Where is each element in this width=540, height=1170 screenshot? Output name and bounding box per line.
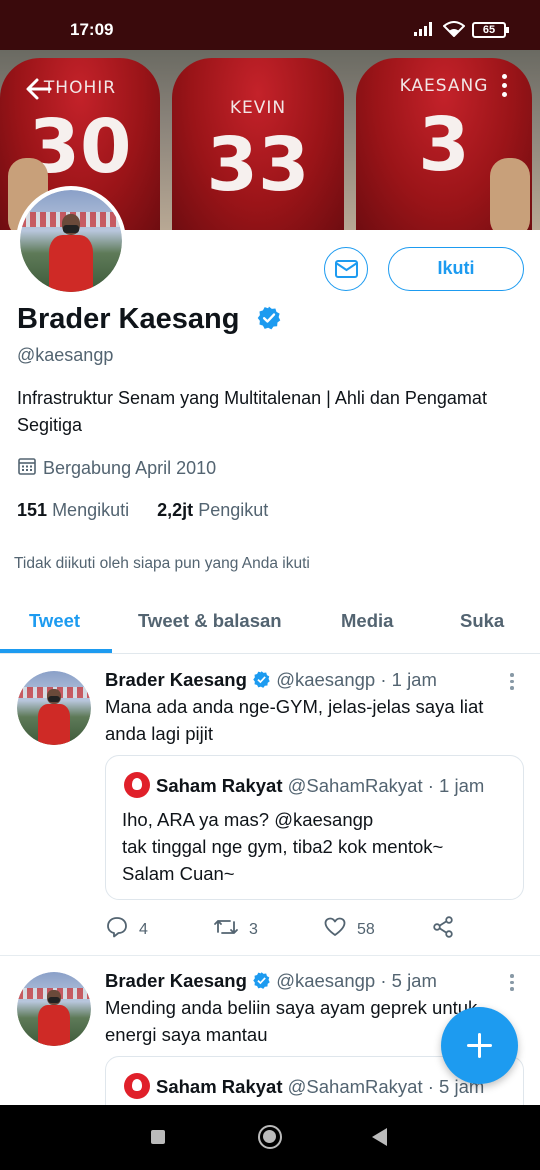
more-options-icon[interactable] xyxy=(494,74,514,104)
joined-text: Bergabung April 2010 xyxy=(43,458,217,478)
heart-icon xyxy=(324,917,346,936)
retweet-button[interactable]: 3 xyxy=(213,915,258,939)
tweet-avatar[interactable] xyxy=(17,671,91,745)
quoted-avatar-icon xyxy=(124,772,150,798)
joined-date: Bergabung April 2010 xyxy=(17,456,216,479)
quoted-handle: @SahamRakyat xyxy=(287,775,423,796)
system-nav-bar xyxy=(0,1105,540,1170)
jersey-number: 33 xyxy=(206,122,310,208)
followers-link[interactable]: 2,2jt Pengikut xyxy=(157,500,268,520)
like-button[interactable]: 58 xyxy=(323,915,375,939)
tweet-more-icon[interactable] xyxy=(508,673,516,693)
jersey-name: KEVIN xyxy=(229,98,287,118)
profile-tabs: Tweet Tweet & balasan Media Suka xyxy=(0,598,540,654)
tweet-more-icon[interactable] xyxy=(508,974,516,994)
banner-jersey: KEVIN 33 xyxy=(172,58,344,230)
message-button[interactable] xyxy=(324,247,368,291)
share-button[interactable] xyxy=(431,915,465,939)
tweet-author: Brader Kaesang xyxy=(105,669,247,690)
reply-count: 4 xyxy=(139,921,148,938)
quoted-line: tak tinggal nge gym, tiba2 kok mentok~ xyxy=(122,836,444,857)
tweet-time: · 1 jam xyxy=(380,669,437,690)
status-time: 17:09 xyxy=(70,20,114,39)
quoted-line: Salam Cuan~ xyxy=(122,863,235,884)
share-icon xyxy=(433,916,453,938)
following-link[interactable]: 151 Mengikuti xyxy=(17,500,129,520)
tweet-header: Brader Kaesang @kaesangp · 1 jam xyxy=(105,669,437,691)
profile-avatar[interactable] xyxy=(16,186,126,296)
tweet-author: Brader Kaesang xyxy=(105,970,247,991)
tweet-text: Mana ada anda nge-GYM, jelas-jelas saya … xyxy=(105,696,484,744)
like-count: 58 xyxy=(357,921,375,938)
retweet-count: 3 xyxy=(249,921,258,938)
follow-counts: 151 Mengikuti 2,2jt Pengikut xyxy=(17,500,268,521)
wifi-icon xyxy=(443,21,465,37)
quoted-tweet[interactable]: Saham Rakyat @SahamRakyat · 1 jam Iho, A… xyxy=(105,755,524,900)
tab-tweets[interactable]: Tweet xyxy=(29,610,80,632)
quoted-text: Iho, ARA ya mas? @kaesangp tak tinggal n… xyxy=(122,806,512,887)
followers-label: Pengikut xyxy=(198,500,269,520)
tweet-actions: 4 3 58 xyxy=(105,915,525,945)
display-name: Brader Kaesang xyxy=(17,303,240,335)
tweet-avatar[interactable] xyxy=(17,972,91,1046)
jersey-arm xyxy=(490,158,530,230)
home-icon[interactable] xyxy=(258,1125,282,1149)
calendar-icon xyxy=(18,458,36,475)
tweet-header: Brader Kaesang @kaesangp · 5 jam xyxy=(105,970,437,992)
tab-media[interactable]: Media xyxy=(341,610,393,632)
back-arrow-icon[interactable] xyxy=(24,74,54,104)
quoted-tweet-header: Saham Rakyat @SahamRakyat · 5 jam xyxy=(124,1073,484,1099)
quoted-avatar-icon xyxy=(124,1073,150,1099)
following-label: Mengikuti xyxy=(52,500,130,520)
reply-button[interactable]: 4 xyxy=(105,915,148,939)
follow-button[interactable]: Ikuti xyxy=(388,247,524,291)
profile-bio: Infrastruktur Senam yang Multitalenan | … xyxy=(17,388,487,435)
profile-handle: @kaesangp xyxy=(17,345,114,365)
signal-icon xyxy=(414,22,432,36)
envelope-icon xyxy=(334,259,358,278)
recents-icon[interactable] xyxy=(151,1130,165,1144)
profile-name: Brader Kaesang xyxy=(17,303,282,336)
not-followed-note: Tidak diikuti oleh siapa pun yang Anda i… xyxy=(14,555,310,572)
tab-tweets-replies[interactable]: Tweet & balasan xyxy=(138,610,282,632)
followers-count: 2,2jt xyxy=(157,500,194,520)
avatar-photo xyxy=(20,190,122,292)
quoted-tweet-header: Saham Rakyat @SahamRakyat · 1 jam xyxy=(124,772,484,798)
compose-tweet-button[interactable] xyxy=(441,1007,518,1084)
battery-icon: 65 xyxy=(472,22,509,38)
tweet-item[interactable]: Brader Kaesang @kaesangp · 1 jam Mana ad… xyxy=(0,655,540,955)
verified-badge-icon xyxy=(257,306,280,330)
following-count: 151 xyxy=(17,500,48,520)
tweet-time: · 5 jam xyxy=(380,970,437,991)
quoted-author: Saham Rakyat xyxy=(156,1076,283,1097)
back-icon[interactable] xyxy=(372,1128,387,1146)
retweet-icon xyxy=(214,920,238,934)
active-tab-indicator xyxy=(0,649,112,653)
status-bar: 17:09 65 xyxy=(0,0,540,50)
quoted-time: · 1 jam xyxy=(427,775,485,796)
tweet-handle: @kaesangp xyxy=(276,970,376,991)
reply-icon xyxy=(107,917,127,938)
quoted-author: Saham Rakyat xyxy=(156,775,283,796)
tab-likes[interactable]: Suka xyxy=(460,610,504,632)
quoted-line: Iho, ARA ya mas? @kaesangp xyxy=(122,809,374,830)
tweet-handle: @kaesangp xyxy=(276,669,376,690)
verified-badge-icon xyxy=(253,671,270,688)
quoted-handle: @SahamRakyat xyxy=(287,1076,423,1097)
verified-badge-icon xyxy=(253,972,270,989)
